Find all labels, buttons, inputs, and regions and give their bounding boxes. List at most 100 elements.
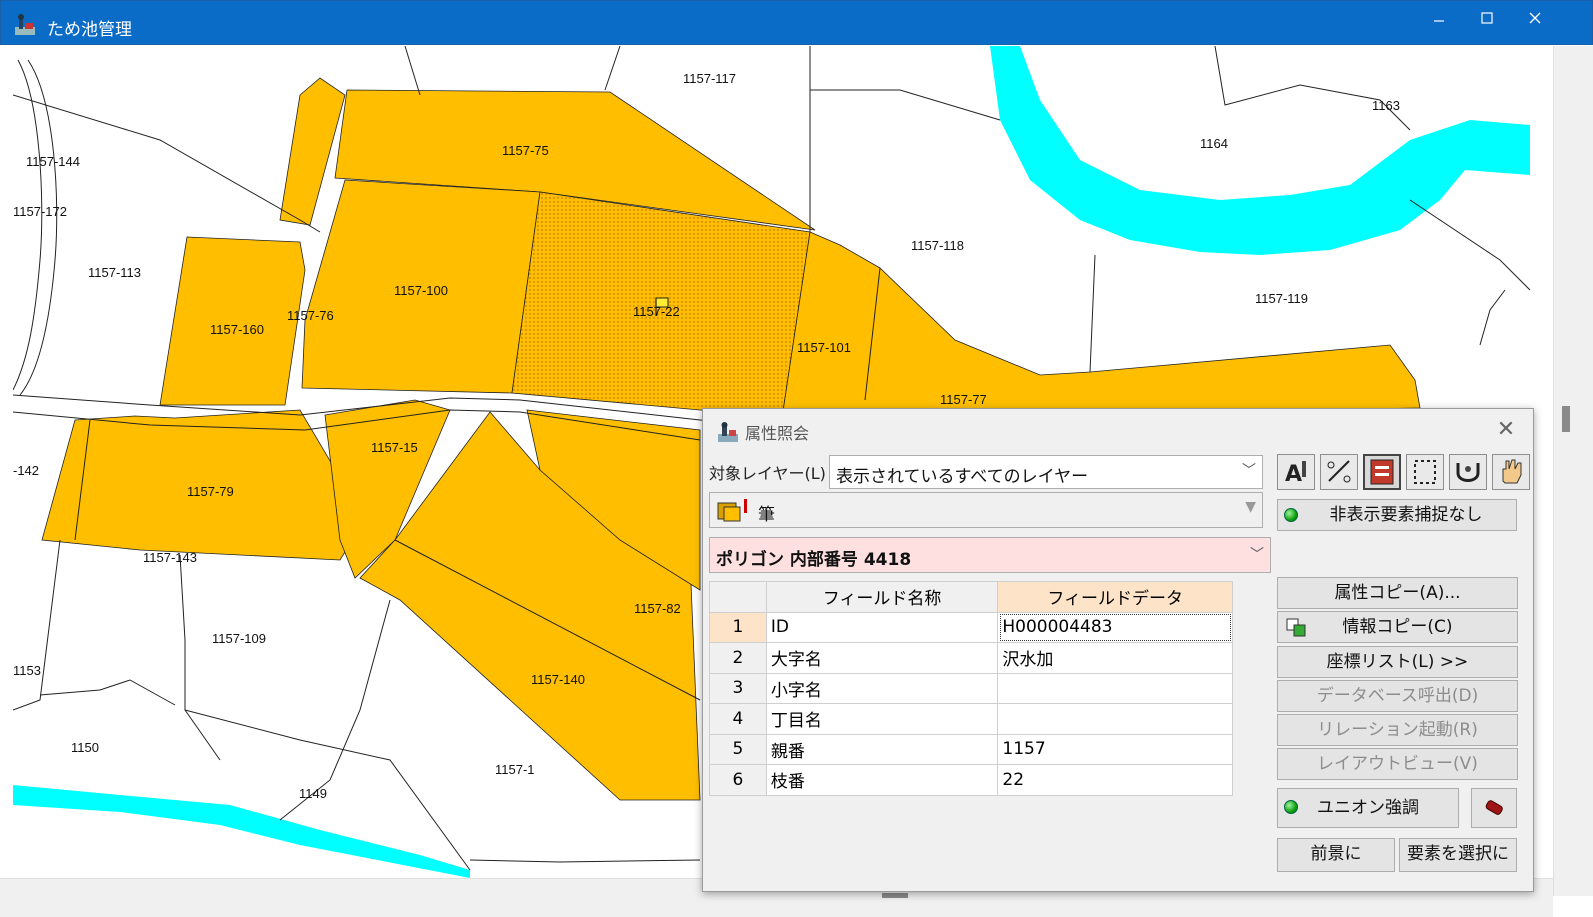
eraser-button[interactable]: [1471, 788, 1517, 828]
coordinate-list-button[interactable]: 座標リスト(L) >>: [1277, 646, 1518, 678]
layout-view-button[interactable]: レイアウトビュー(V): [1277, 748, 1518, 780]
parcel-label: 1153: [13, 663, 41, 678]
minimize-button[interactable]: [1415, 1, 1463, 41]
attribute-grid: フィールド名称 フィールドデータ 1 ID H000004483 2 大字名 沢…: [709, 581, 1233, 796]
copy-icon: [1286, 618, 1306, 637]
feature-layer-select[interactable]: 筆 ▼: [709, 492, 1263, 528]
table-row[interactable]: 3 小字名: [709, 672, 1233, 704]
close-window-button[interactable]: [1511, 1, 1559, 41]
polygon-layer-icon: [717, 499, 747, 522]
element-select-value: ポリゴン 内部番号 4418: [716, 550, 912, 570]
field-name-cell[interactable]: 親番: [765, 733, 999, 765]
vertical-scrollbar[interactable]: [1553, 46, 1593, 896]
hidden-capture-toggle[interactable]: 非表示要素捕捉なし: [1277, 499, 1517, 531]
parcel-label: 1157-101: [797, 340, 851, 355]
vertex-icon: [1414, 460, 1436, 484]
dialog-close-button[interactable]: ✕: [1491, 415, 1521, 445]
feature-layer-value: 筆: [758, 505, 775, 525]
row-number[interactable]: 3: [709, 672, 767, 704]
field-data-cell[interactable]: H000004483: [997, 611, 1233, 643]
attribute-pen-icon: A: [1285, 461, 1306, 487]
field-data-cell[interactable]: 沢水加: [997, 642, 1233, 674]
chevron-down-icon: ﹀: [1250, 547, 1264, 563]
form-tool-button[interactable]: [1363, 454, 1401, 490]
field-data-cell[interactable]: [997, 703, 1233, 735]
parcel-label: 1157-117: [683, 71, 736, 86]
parcel-label: 1157-172: [13, 204, 67, 219]
dialog-app-icon: [718, 422, 738, 442]
foreground-button[interactable]: 前景に: [1277, 838, 1395, 872]
parcel-label: 1163: [1372, 98, 1400, 113]
field-name-cell[interactable]: 丁目名: [765, 703, 999, 735]
hand-icon: [1502, 459, 1522, 484]
field-name-cell[interactable]: 大字名: [765, 642, 999, 674]
field-data-cell[interactable]: 1157: [997, 733, 1233, 765]
dialog-title: 属性照会: [745, 424, 810, 443]
row-number[interactable]: 4: [709, 703, 767, 735]
parcel-label: 1157-77: [940, 392, 987, 407]
field-name-cell[interactable]: 小字名: [765, 672, 999, 704]
parcel-label: 1149: [299, 786, 327, 801]
status-led-icon: [1284, 800, 1298, 814]
row-number[interactable]: 1: [709, 611, 767, 643]
column-header-field-data[interactable]: フィールドデータ: [997, 581, 1233, 613]
parcel-label: 1157-75: [502, 143, 549, 158]
layer-label: 対象レイヤー(L): [709, 464, 826, 483]
info-copy-label: 情報コピー(C): [1342, 617, 1453, 637]
field-name-cell[interactable]: ID: [765, 611, 999, 643]
field-data-cell[interactable]: 22: [997, 764, 1233, 796]
measure-tool-button[interactable]: [1320, 454, 1358, 490]
row-number[interactable]: 2: [709, 642, 767, 674]
select-element-button[interactable]: 要素を選択に: [1399, 838, 1517, 872]
chevron-down-icon: ▼: [1245, 499, 1256, 515]
row-number[interactable]: 6: [709, 764, 767, 796]
parcel-label: 1157-119: [1255, 291, 1308, 306]
union-highlight-label: ユニオン強調: [1317, 798, 1419, 818]
parcel-label: 1157-82: [634, 601, 681, 616]
parcel-label: 1157-118: [911, 238, 964, 253]
magnet-icon: [1456, 463, 1480, 482]
grid-corner: [709, 581, 767, 613]
pan-tool-button[interactable]: [1492, 454, 1530, 490]
attribute-tool-button[interactable]: A: [1277, 454, 1315, 490]
info-copy-button[interactable]: 情報コピー(C): [1277, 611, 1518, 643]
parcel-label: 1157-140: [531, 672, 585, 687]
minimize-icon: [1434, 20, 1444, 22]
title-bar: ため池管理: [0, 0, 1593, 45]
parcel-label: 1157-109: [212, 631, 266, 646]
attribute-dialog: 属性照会 ✕ 対象レイヤー(L) 表示されているすべてのレイヤー ﹀ 筆 ▼ ポ…: [702, 408, 1534, 892]
parcel-label: 1157-144: [26, 154, 80, 169]
field-data-cell[interactable]: [997, 672, 1233, 704]
row-number[interactable]: 5: [709, 733, 767, 765]
measure-icon: [1327, 460, 1351, 483]
parcel-label: 1157-76: [287, 308, 334, 323]
form-icon: [1370, 459, 1394, 485]
status-led-icon: [1284, 508, 1298, 522]
window-title: ため池管理: [47, 20, 132, 40]
element-select[interactable]: ポリゴン 内部番号 4418 ﹀: [709, 537, 1271, 573]
parcel-label: 1157-15: [371, 440, 418, 455]
parcel-label: 1164: [1200, 136, 1228, 151]
table-row[interactable]: 5 親番 1157: [709, 733, 1233, 765]
table-row[interactable]: 2 大字名 沢水加: [709, 642, 1233, 674]
vertical-scroll-thumb[interactable]: [1562, 406, 1570, 432]
field-name-cell[interactable]: 枝番: [765, 764, 999, 796]
parcel-label: 1157-113: [88, 265, 141, 280]
table-row[interactable]: 4 丁目名: [709, 703, 1233, 735]
union-highlight-button[interactable]: ユニオン強調: [1277, 788, 1459, 828]
svg-text:A: A: [1285, 462, 1302, 487]
vertex-tool-button[interactable]: [1406, 454, 1444, 490]
column-header-field-name[interactable]: フィールド名称: [765, 581, 999, 613]
parcel-label: 1150: [71, 740, 99, 755]
horizontal-scroll-thumb[interactable]: [882, 893, 908, 898]
relation-launch-button[interactable]: リレーション起動(R): [1277, 714, 1518, 746]
table-row[interactable]: 6 枝番 22: [709, 764, 1233, 796]
close-icon: [1529, 12, 1541, 24]
snap-tool-button[interactable]: [1449, 454, 1487, 490]
table-row[interactable]: 1 ID H000004483: [709, 611, 1233, 643]
maximize-button[interactable]: [1463, 1, 1511, 41]
database-call-button[interactable]: データベース呼出(D): [1277, 680, 1518, 712]
attribute-copy-button[interactable]: 属性コピー(A)...: [1277, 577, 1518, 609]
layer-select[interactable]: 表示されているすべてのレイヤー ﹀: [829, 455, 1263, 489]
app-icon: [15, 14, 35, 35]
